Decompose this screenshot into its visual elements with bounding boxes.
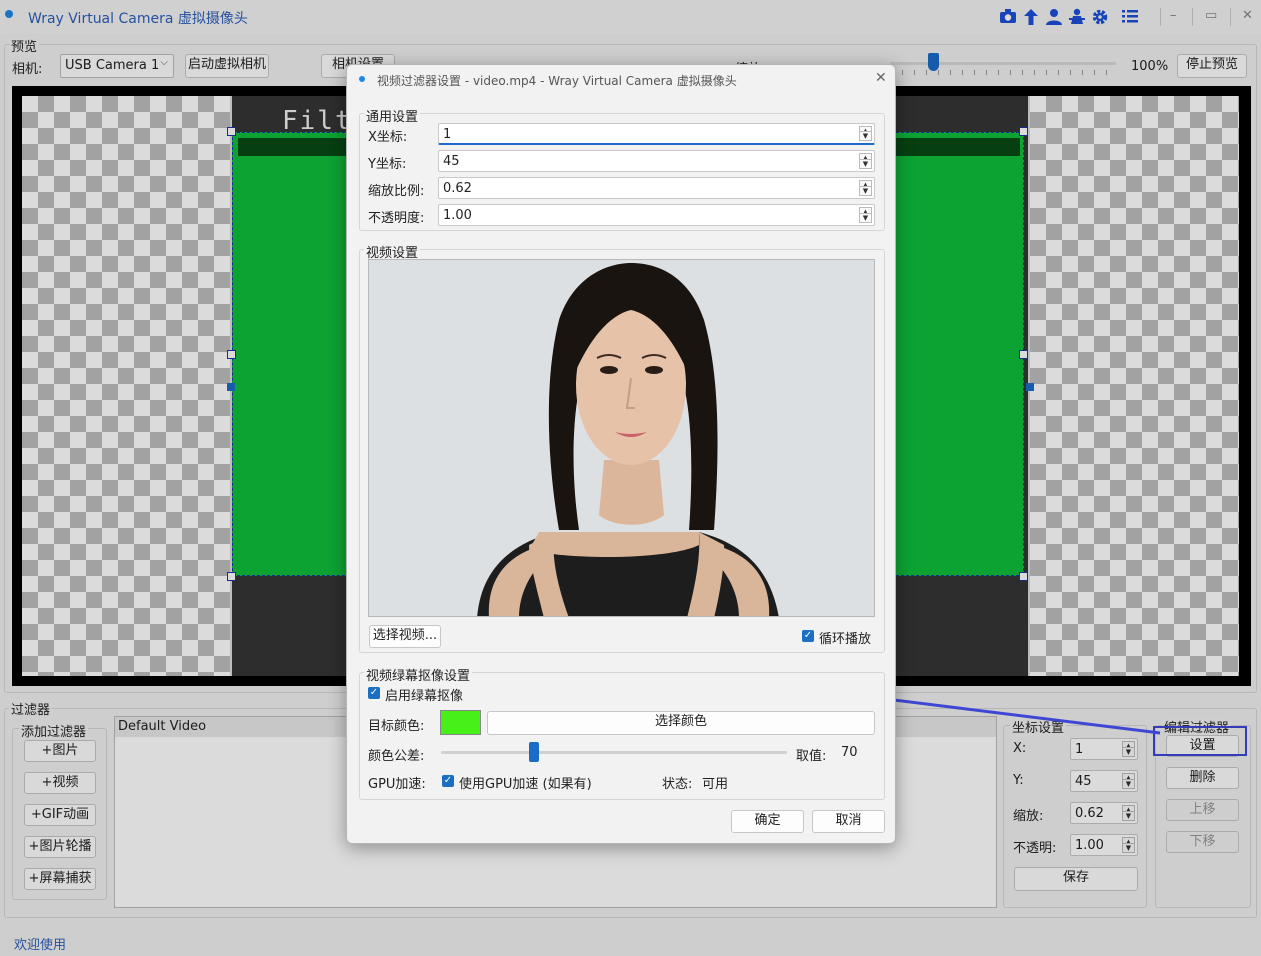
spin-down-icon[interactable]: ▼ (859, 159, 872, 169)
tolerance-value: 70 (841, 745, 858, 760)
y-coordinate-input[interactable]: 45 ▲ ▼ (438, 150, 875, 172)
spin-down-icon[interactable]: ▼ (859, 213, 872, 223)
dialog-app-icon (359, 76, 365, 82)
gpu-checkbox[interactable]: ✓ (442, 775, 454, 787)
x-coordinate-label: X坐标: (368, 130, 408, 145)
tolerance-label: 颜色公差: (368, 749, 425, 764)
choose-color-button[interactable]: 选择颜色 (487, 711, 875, 735)
greenscreen-settings-title: 视频绿幕抠像设置 (364, 665, 473, 684)
gpu-label: GPU加速: (368, 777, 426, 792)
loop-label: 循环播放 (819, 632, 872, 647)
video-filter-dialog: 视频过滤器设置 - video.mp4 - Wray Virtual Camer… (346, 64, 896, 844)
spin-down-icon[interactable]: ▼ (859, 131, 872, 141)
target-color-label: 目标颜色: (368, 719, 425, 734)
cancel-button[interactable]: 取消 (812, 810, 885, 833)
opacity-label: 不透明度: (368, 211, 425, 226)
y-coordinate-label: Y坐标: (368, 157, 407, 172)
scale-value: 0.62 (443, 181, 472, 196)
select-video-button[interactable]: 选择视频... (369, 625, 441, 648)
loop-checkbox[interactable]: ✓ (802, 630, 814, 642)
scale-input[interactable]: 0.62 ▲ ▼ (438, 177, 875, 199)
status-label: 状态: (662, 777, 693, 792)
video-frame-person (477, 263, 779, 616)
gpu-checkbox-label: 使用GPU加速 (如果有) (459, 777, 592, 792)
ok-button[interactable]: 确定 (731, 810, 804, 833)
dialog-close-button[interactable]: ✕ (875, 70, 887, 86)
opacity-input[interactable]: 1.00 ▲ ▼ (438, 204, 875, 226)
tolerance-slider-track[interactable] (441, 751, 787, 754)
tolerance-slider-handle[interactable] (529, 742, 540, 762)
enable-greenscreen-checkbox[interactable]: ✓ (368, 687, 380, 699)
target-color-swatch[interactable] (440, 710, 481, 735)
x-coordinate-value: 1 (443, 127, 452, 142)
tolerance-value-label: 取值: (796, 749, 827, 764)
opacity-value: 1.00 (443, 208, 472, 223)
x-coordinate-input[interactable]: 1 ▲▼ (438, 123, 875, 145)
y-coordinate-value: 45 (443, 154, 460, 169)
dialog-title: 视频过滤器设置 - video.mp4 - Wray Virtual Camer… (377, 74, 737, 88)
general-settings-title: 通用设置 (364, 106, 421, 125)
scale-label: 缩放比例: (368, 184, 425, 199)
spin-down-icon[interactable]: ▼ (859, 186, 872, 196)
status-value: 可用 (702, 777, 729, 792)
video-preview (368, 259, 875, 617)
enable-greenscreen-label: 启用绿幕抠像 (385, 689, 464, 704)
